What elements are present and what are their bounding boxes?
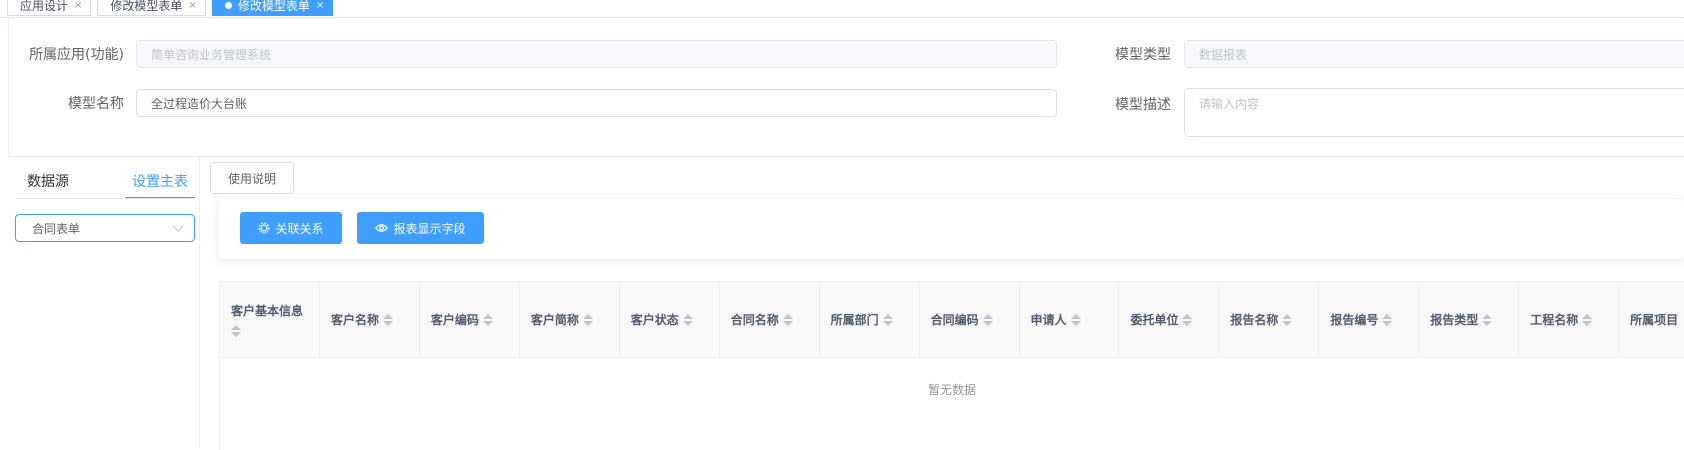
model-name-label: 模型名称 (68, 96, 124, 112)
column-label: 工程名称 (1530, 313, 1579, 327)
toolbar-card: 关联关系 报表显示字段 (219, 199, 1684, 259)
column-header[interactable]: 工程名称 (1519, 282, 1620, 357)
report-table: 客户基本信息 客户名称 客户编码 客户简称 客户状态 合同名称 所属部门 合同编… (219, 281, 1684, 450)
model-desc-textarea[interactable]: 请输入内容 (1184, 88, 1684, 137)
sort-icon[interactable] (682, 313, 693, 326)
form-row-model-name: 模型名称 全过程造价大台账 (24, 89, 1057, 117)
column-label: 客户状态 (630, 313, 679, 327)
form-row-app: 所属应用(功能) 简单咨询业务管理系统 (24, 40, 1057, 68)
column-header[interactable]: 合同名称 (720, 282, 820, 357)
close-icon[interactable]: × (188, 0, 196, 11)
select-value: 合同表单 (32, 221, 81, 236)
usage-button[interactable]: 使用说明 (210, 162, 294, 194)
sort-icon[interactable] (231, 325, 241, 337)
sort-icon[interactable] (1182, 313, 1193, 326)
tab-bar: 应用设计 × 修改模型表单 × 修改模型表单 × (0, 0, 1684, 17)
column-label: 合同名称 (730, 313, 779, 327)
column-label: 报告编号 (1330, 313, 1379, 327)
column-header[interactable]: 客户编码 (420, 282, 520, 357)
section-divider (8, 156, 1684, 157)
close-icon[interactable]: × (316, 0, 324, 11)
close-icon[interactable]: × (74, 0, 82, 11)
column-label: 所属项目 (1630, 313, 1679, 327)
main-table-select[interactable]: 合同表单 (15, 214, 195, 242)
model-type-input: 数据报表 (1184, 40, 1684, 68)
side-tabs: 数据源 设置主表 (16, 163, 195, 199)
column-label: 合同编码 (930, 313, 979, 327)
chevron-down-icon (172, 220, 184, 232)
tab-label: 应用设计 (20, 0, 69, 13)
column-header[interactable]: 所属项目 (1619, 282, 1684, 357)
sort-icon[interactable] (1482, 313, 1493, 326)
column-header[interactable]: 客户名称 (320, 282, 420, 357)
column-header[interactable]: 客户简称 (520, 282, 620, 357)
left-divider (8, 18, 9, 157)
sort-icon[interactable] (1382, 313, 1393, 326)
column-label: 报告名称 (1230, 313, 1279, 327)
sort-icon[interactable] (982, 313, 993, 326)
sort-icon[interactable] (882, 313, 893, 326)
sort-icon[interactable] (382, 313, 393, 326)
column-label: 客户编码 (430, 313, 479, 327)
tab-main-table[interactable]: 设置主表 (125, 163, 195, 199)
app-input: 简单咨询业务管理系统 (136, 40, 1057, 68)
column-header[interactable]: 报告类型 (1419, 282, 1520, 357)
column-header[interactable]: 报告名称 (1219, 282, 1320, 357)
sort-icon[interactable] (1582, 313, 1593, 326)
tabs-divider (0, 17, 1684, 18)
display-fields-label: 报表显示字段 (393, 221, 466, 236)
sort-icon[interactable] (482, 313, 493, 326)
display-fields-button[interactable]: 报表显示字段 (357, 212, 484, 244)
column-label: 申请人 (1030, 313, 1067, 327)
model-name-input[interactable]: 全过程造价大台账 (136, 89, 1057, 117)
side-tabs-underline (16, 198, 195, 199)
tab-datasource[interactable]: 数据源 (16, 163, 125, 199)
sort-icon[interactable] (1282, 313, 1293, 326)
gear-icon (258, 222, 271, 234)
table-header: 客户基本信息 客户名称 客户编码 客户简称 客户状态 合同名称 所属部门 合同编… (219, 281, 1684, 358)
column-header[interactable]: 客户基本信息 (220, 282, 320, 357)
app-label: 所属应用(功能) (29, 47, 124, 63)
table-body-filler (219, 420, 1684, 450)
relation-button[interactable]: 关联关系 (240, 212, 342, 244)
column-label: 客户名称 (330, 313, 379, 327)
tab-edit-model-form[interactable]: 修改模型表单 × (97, 0, 206, 16)
tab-edit-model-form-active[interactable]: 修改模型表单 × (211, 0, 334, 16)
sort-icon[interactable] (582, 313, 593, 326)
model-desc-label: 模型描述 (1115, 97, 1171, 113)
column-header[interactable]: 合同编码 (920, 282, 1020, 357)
sort-icon[interactable] (1070, 313, 1081, 326)
column-label: 报告类型 (1430, 313, 1479, 327)
eye-icon (375, 224, 389, 232)
column-header[interactable]: 客户状态 (620, 282, 720, 357)
tab-label: 修改模型表单 (110, 0, 183, 13)
tab-label: 修改模型表单 (237, 0, 310, 13)
column-label: 所属部门 (830, 313, 879, 327)
model-type-label: 模型类型 (1115, 47, 1171, 63)
sort-icon[interactable] (782, 313, 793, 326)
column-header[interactable]: 报告编号 (1319, 282, 1420, 357)
active-dot-icon (224, 1, 232, 9)
column-header[interactable]: 申请人 (1020, 282, 1120, 357)
relation-label: 关联关系 (275, 221, 324, 236)
column-label: 客户简称 (530, 313, 579, 327)
form-row-model-type: 模型类型 数据报表 (1100, 40, 1684, 68)
sidebar-divider (199, 156, 200, 447)
empty-state: 暂无数据 (219, 358, 1684, 420)
form-row-model-desc: 模型描述 请输入内容 (1100, 88, 1684, 137)
tab-app-design[interactable]: 应用设计 × (7, 0, 92, 16)
column-header[interactable]: 委托单位 (1119, 282, 1220, 357)
column-header[interactable]: 所属部门 (820, 282, 920, 357)
column-label: 委托单位 (1130, 313, 1179, 327)
column-label: 客户基本信息 (231, 304, 304, 318)
